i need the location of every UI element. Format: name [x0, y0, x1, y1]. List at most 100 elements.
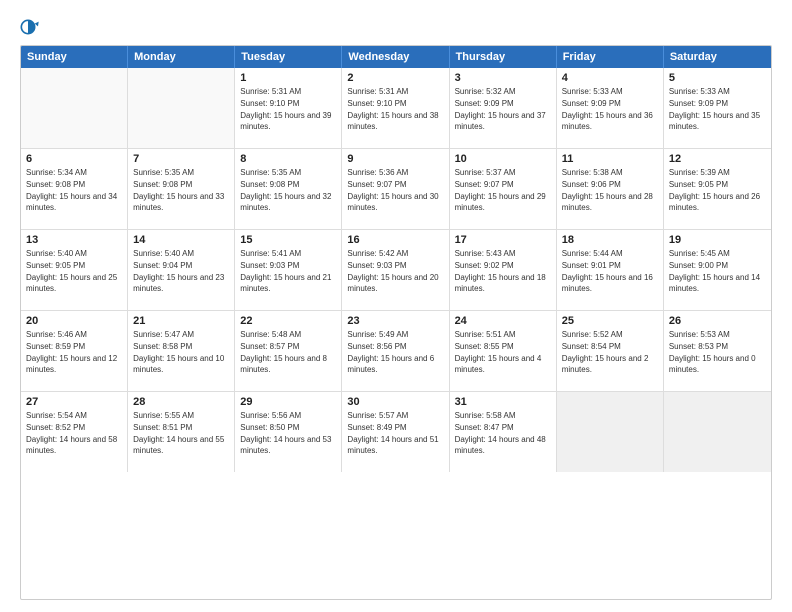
calendar-cell: 6 Sunrise: 5:34 AMSunset: 9:08 PMDayligh… [21, 149, 128, 229]
header-day-thursday: Thursday [450, 46, 557, 68]
cell-info: Sunrise: 5:47 AMSunset: 8:58 PMDaylight:… [133, 330, 224, 374]
day-number: 12 [669, 153, 766, 165]
calendar-cell: 19 Sunrise: 5:45 AMSunset: 9:00 PMDaylig… [664, 230, 771, 310]
cell-info: Sunrise: 5:35 AMSunset: 9:08 PMDaylight:… [240, 168, 331, 212]
calendar-cell: 28 Sunrise: 5:55 AMSunset: 8:51 PMDaylig… [128, 392, 235, 472]
cell-info: Sunrise: 5:33 AMSunset: 9:09 PMDaylight:… [562, 87, 653, 131]
cell-info: Sunrise: 5:54 AMSunset: 8:52 PMDaylight:… [26, 411, 117, 455]
logo [20, 16, 44, 37]
cell-info: Sunrise: 5:36 AMSunset: 9:07 PMDaylight:… [347, 168, 438, 212]
calendar-cell: 29 Sunrise: 5:56 AMSunset: 8:50 PMDaylig… [235, 392, 342, 472]
calendar-cell: 17 Sunrise: 5:43 AMSunset: 9:02 PMDaylig… [450, 230, 557, 310]
cell-info: Sunrise: 5:31 AMSunset: 9:10 PMDaylight:… [240, 87, 331, 131]
cell-info: Sunrise: 5:45 AMSunset: 9:00 PMDaylight:… [669, 249, 760, 293]
cell-info: Sunrise: 5:42 AMSunset: 9:03 PMDaylight:… [347, 249, 438, 293]
cell-info: Sunrise: 5:34 AMSunset: 9:08 PMDaylight:… [26, 168, 117, 212]
day-number: 25 [562, 315, 658, 327]
calendar-cell: 16 Sunrise: 5:42 AMSunset: 9:03 PMDaylig… [342, 230, 449, 310]
calendar-cell: 24 Sunrise: 5:51 AMSunset: 8:55 PMDaylig… [450, 311, 557, 391]
day-number: 1 [240, 72, 336, 84]
day-number: 4 [562, 72, 658, 84]
day-number: 2 [347, 72, 443, 84]
calendar-cell: 23 Sunrise: 5:49 AMSunset: 8:56 PMDaylig… [342, 311, 449, 391]
day-number: 14 [133, 234, 229, 246]
header [20, 16, 772, 37]
day-number: 30 [347, 396, 443, 408]
calendar-cell [21, 68, 128, 148]
calendar-cell: 26 Sunrise: 5:53 AMSunset: 8:53 PMDaylig… [664, 311, 771, 391]
day-number: 20 [26, 315, 122, 327]
calendar-cell: 30 Sunrise: 5:57 AMSunset: 8:49 PMDaylig… [342, 392, 449, 472]
cell-info: Sunrise: 5:31 AMSunset: 9:10 PMDaylight:… [347, 87, 438, 131]
cell-info: Sunrise: 5:35 AMSunset: 9:08 PMDaylight:… [133, 168, 224, 212]
day-number: 13 [26, 234, 122, 246]
calendar-cell: 13 Sunrise: 5:40 AMSunset: 9:05 PMDaylig… [21, 230, 128, 310]
calendar-week-3: 13 Sunrise: 5:40 AMSunset: 9:05 PMDaylig… [21, 230, 771, 311]
day-number: 11 [562, 153, 658, 165]
calendar-cell: 4 Sunrise: 5:33 AMSunset: 9:09 PMDayligh… [557, 68, 664, 148]
calendar-cell: 5 Sunrise: 5:33 AMSunset: 9:09 PMDayligh… [664, 68, 771, 148]
page: SundayMondayTuesdayWednesdayThursdayFrid… [0, 0, 792, 612]
calendar-cell: 21 Sunrise: 5:47 AMSunset: 8:58 PMDaylig… [128, 311, 235, 391]
calendar-week-2: 6 Sunrise: 5:34 AMSunset: 9:08 PMDayligh… [21, 149, 771, 230]
cell-info: Sunrise: 5:53 AMSunset: 8:53 PMDaylight:… [669, 330, 756, 374]
calendar-header: SundayMondayTuesdayWednesdayThursdayFrid… [21, 46, 771, 68]
header-day-monday: Monday [128, 46, 235, 68]
calendar-cell: 9 Sunrise: 5:36 AMSunset: 9:07 PMDayligh… [342, 149, 449, 229]
cell-info: Sunrise: 5:43 AMSunset: 9:02 PMDaylight:… [455, 249, 546, 293]
cell-info: Sunrise: 5:58 AMSunset: 8:47 PMDaylight:… [455, 411, 546, 455]
calendar-cell [128, 68, 235, 148]
day-number: 9 [347, 153, 443, 165]
day-number: 27 [26, 396, 122, 408]
calendar: SundayMondayTuesdayWednesdayThursdayFrid… [20, 45, 772, 600]
calendar-cell: 27 Sunrise: 5:54 AMSunset: 8:52 PMDaylig… [21, 392, 128, 472]
cell-info: Sunrise: 5:48 AMSunset: 8:57 PMDaylight:… [240, 330, 327, 374]
cell-info: Sunrise: 5:40 AMSunset: 9:05 PMDaylight:… [26, 249, 117, 293]
calendar-cell: 18 Sunrise: 5:44 AMSunset: 9:01 PMDaylig… [557, 230, 664, 310]
header-day-sunday: Sunday [21, 46, 128, 68]
day-number: 16 [347, 234, 443, 246]
day-number: 18 [562, 234, 658, 246]
day-number: 26 [669, 315, 766, 327]
cell-info: Sunrise: 5:46 AMSunset: 8:59 PMDaylight:… [26, 330, 117, 374]
day-number: 28 [133, 396, 229, 408]
calendar-cell: 14 Sunrise: 5:40 AMSunset: 9:04 PMDaylig… [128, 230, 235, 310]
cell-info: Sunrise: 5:37 AMSunset: 9:07 PMDaylight:… [455, 168, 546, 212]
day-number: 29 [240, 396, 336, 408]
calendar-body: 1 Sunrise: 5:31 AMSunset: 9:10 PMDayligh… [21, 68, 771, 472]
logo-icon [20, 17, 40, 37]
day-number: 8 [240, 153, 336, 165]
calendar-week-1: 1 Sunrise: 5:31 AMSunset: 9:10 PMDayligh… [21, 68, 771, 149]
cell-info: Sunrise: 5:52 AMSunset: 8:54 PMDaylight:… [562, 330, 649, 374]
cell-info: Sunrise: 5:51 AMSunset: 8:55 PMDaylight:… [455, 330, 542, 374]
day-number: 17 [455, 234, 551, 246]
calendar-week-4: 20 Sunrise: 5:46 AMSunset: 8:59 PMDaylig… [21, 311, 771, 392]
cell-info: Sunrise: 5:57 AMSunset: 8:49 PMDaylight:… [347, 411, 438, 455]
day-number: 22 [240, 315, 336, 327]
header-day-tuesday: Tuesday [235, 46, 342, 68]
day-number: 21 [133, 315, 229, 327]
header-day-friday: Friday [557, 46, 664, 68]
header-day-wednesday: Wednesday [342, 46, 449, 68]
cell-info: Sunrise: 5:44 AMSunset: 9:01 PMDaylight:… [562, 249, 653, 293]
day-number: 3 [455, 72, 551, 84]
calendar-cell [557, 392, 664, 472]
day-number: 23 [347, 315, 443, 327]
cell-info: Sunrise: 5:40 AMSunset: 9:04 PMDaylight:… [133, 249, 224, 293]
cell-info: Sunrise: 5:33 AMSunset: 9:09 PMDaylight:… [669, 87, 760, 131]
calendar-cell: 22 Sunrise: 5:48 AMSunset: 8:57 PMDaylig… [235, 311, 342, 391]
calendar-week-5: 27 Sunrise: 5:54 AMSunset: 8:52 PMDaylig… [21, 392, 771, 472]
day-number: 10 [455, 153, 551, 165]
day-number: 24 [455, 315, 551, 327]
calendar-cell: 1 Sunrise: 5:31 AMSunset: 9:10 PMDayligh… [235, 68, 342, 148]
header-day-saturday: Saturday [664, 46, 771, 68]
calendar-cell: 20 Sunrise: 5:46 AMSunset: 8:59 PMDaylig… [21, 311, 128, 391]
cell-info: Sunrise: 5:56 AMSunset: 8:50 PMDaylight:… [240, 411, 331, 455]
day-number: 7 [133, 153, 229, 165]
cell-info: Sunrise: 5:39 AMSunset: 9:05 PMDaylight:… [669, 168, 760, 212]
cell-info: Sunrise: 5:55 AMSunset: 8:51 PMDaylight:… [133, 411, 224, 455]
cell-info: Sunrise: 5:49 AMSunset: 8:56 PMDaylight:… [347, 330, 434, 374]
calendar-cell: 11 Sunrise: 5:38 AMSunset: 9:06 PMDaylig… [557, 149, 664, 229]
day-number: 19 [669, 234, 766, 246]
day-number: 15 [240, 234, 336, 246]
